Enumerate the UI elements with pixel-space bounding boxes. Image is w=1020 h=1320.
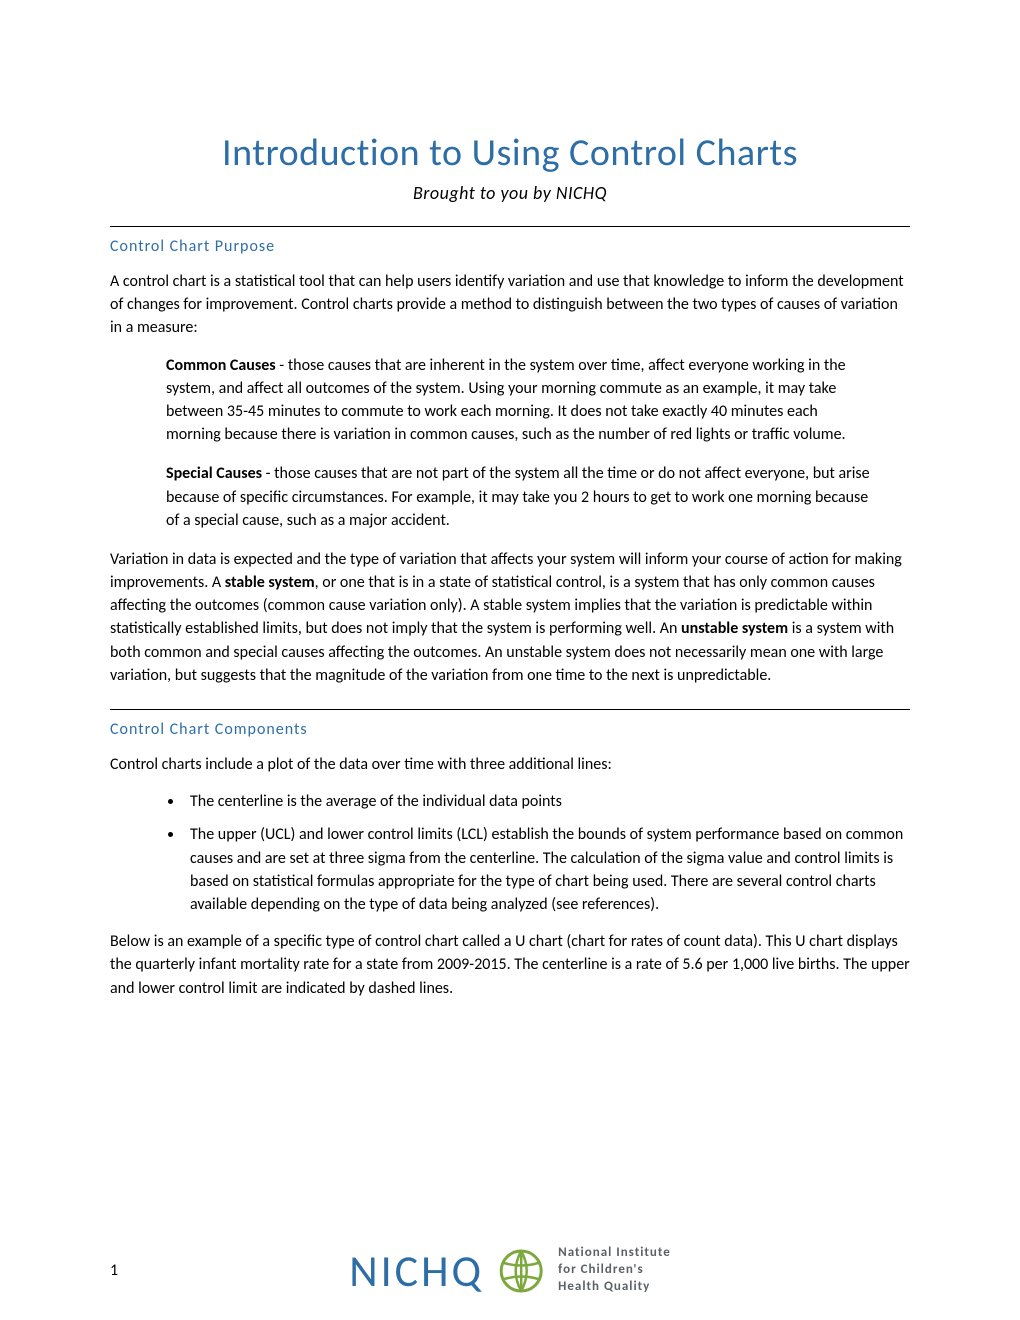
nichq-logo: NICHQ National Institute for Children's … [349,1244,671,1298]
stable-system-label: stable system [225,573,315,592]
logo-caption-l3: Health Quality [558,1279,671,1296]
divider [110,709,910,710]
list-item: The centerline is the average of the ind… [184,790,910,813]
components-intro: Control charts include a plot of the dat… [110,753,910,776]
list-item: The upper (UCL) and lower control limits… [184,823,910,916]
logo-caption-l1: National Institute [558,1245,671,1262]
common-causes-block: Common Causes - those causes that are in… [166,354,870,447]
special-causes-block: Special Causes - those causes that are n… [166,462,870,532]
below-example-paragraph: Below is an example of a specific type o… [110,930,910,1000]
logo-caption: National Institute for Children's Health… [558,1245,671,1296]
unstable-system-label: unstable system [681,619,788,638]
common-causes-label: Common Causes [166,356,276,375]
page-number: 1 [110,1261,118,1280]
special-causes-text: - those causes that are not part of the … [166,464,870,529]
globe-icon [498,1248,544,1294]
variation-paragraph: Variation in data is expected and the ty… [110,548,910,687]
divider [110,226,910,227]
intro-paragraph: A control chart is a statistical tool th… [110,270,910,340]
logo-letters: NICHQ [349,1244,484,1298]
special-causes-label: Special Causes [166,464,262,483]
page-title: Introduction to Using Control Charts [110,130,910,176]
components-list: The centerline is the average of the ind… [160,790,910,916]
logo-caption-l2: for Children's [558,1262,671,1279]
section-heading-components: Control Chart Components [110,720,910,739]
page-subtitle: Brought to you by NICHQ [110,182,910,204]
page-footer: 1 NICHQ National Institute for Children'… [110,1261,910,1280]
section-heading-purpose: Control Chart Purpose [110,237,910,256]
